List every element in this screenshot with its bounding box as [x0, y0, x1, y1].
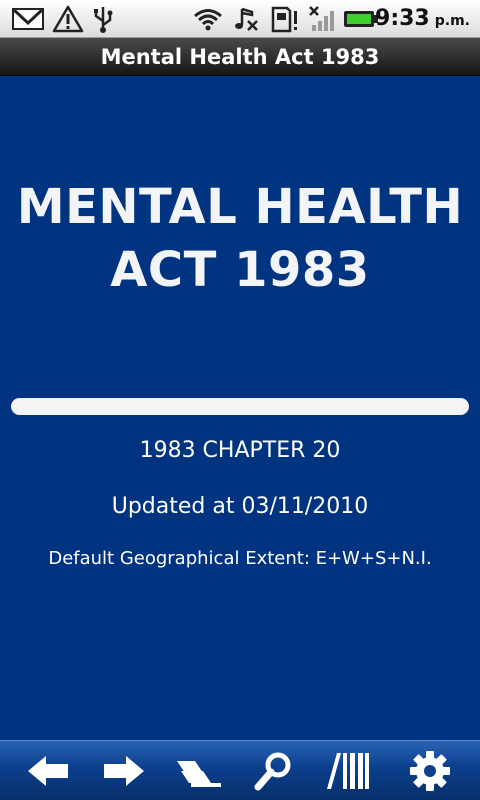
forward-button[interactable] — [98, 747, 150, 795]
app-title-bar: Mental Health Act 1983 — [0, 38, 480, 76]
back-button[interactable] — [22, 747, 74, 795]
contents-icon — [177, 761, 221, 787]
settings-button[interactable] — [404, 747, 456, 795]
status-bar: 9:33 p.m. — [0, 0, 480, 38]
wifi-icon — [194, 9, 222, 31]
sd-card-warning-icon — [271, 6, 297, 33]
usb-icon — [94, 7, 113, 33]
silent-mode-icon — [235, 7, 258, 31]
document-title-line-2: ACT 1983 — [110, 242, 370, 298]
bottom-toolbar — [0, 740, 480, 800]
contents-button[interactable] — [172, 747, 224, 795]
document-chapter: 1983 CHAPTER 20 — [139, 438, 341, 463]
document-geographical-extent: Default Geographical Extent: E+W+S+N.I. — [48, 548, 432, 569]
settings-gear-icon — [410, 751, 450, 791]
search-icon — [254, 752, 291, 791]
forward-arrow-icon — [104, 756, 144, 786]
library-button[interactable] — [322, 747, 374, 795]
warning-icon — [52, 5, 84, 33]
gmail-icon — [12, 8, 44, 30]
back-arrow-icon — [28, 756, 68, 786]
divider — [11, 398, 469, 415]
clock-time: 9:33 — [375, 6, 430, 31]
no-signal-icon — [309, 6, 334, 31]
library-icon — [327, 753, 369, 789]
document-updated-date: Updated at 03/11/2010 — [111, 494, 369, 519]
document-title: MENTAL HEALTH ACT 1983 — [0, 176, 480, 302]
document-title-line-1: MENTAL HEALTH — [16, 179, 464, 235]
document-cover: MENTAL HEALTH ACT 1983 1983 CHAPTER 20 U… — [0, 76, 480, 740]
search-button[interactable] — [248, 747, 300, 795]
app-title: Mental Health Act 1983 — [100, 44, 380, 69]
status-clock: 9:33 p.m. — [375, 3, 470, 35]
clock-ampm: p.m. — [434, 13, 470, 29]
